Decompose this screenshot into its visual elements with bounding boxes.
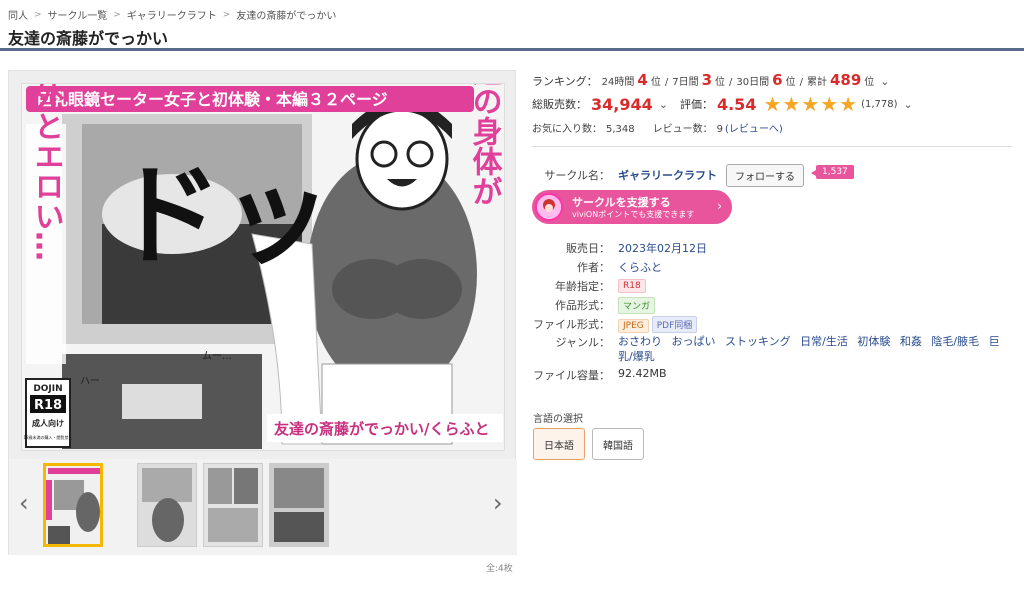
badge-r18: R18 [34,398,62,413]
cover-banner-text: 巨乳眼鏡セーター女子と初体験・本編３２ページ [36,90,388,109]
chevron-right-icon: > [34,9,42,20]
file-pdf-badge[interactable]: PDF同梱 [651,316,698,333]
review-link[interactable]: (レビューへ) [725,120,783,135]
avatar [535,193,563,221]
rank-24h-label: 24時間 [601,77,635,88]
detail-genre: ジャンル： おさわり おっぱい ストッキング 日常/生活 初体験 和姦 陰毛/腋… [532,334,1012,364]
chevron-right-icon: > [113,9,121,20]
rank-total-value: 489 [829,71,862,89]
cover-left-text: 意外とエロい… [29,84,65,261]
thumbnail-3[interactable] [203,463,263,547]
cover-caption: 友達の斎藤がでっかい/くらふと [274,420,489,438]
badge-dojin: DOJIN [33,384,62,394]
chevron-right-icon: > [222,9,231,20]
genre-tag[interactable]: 陰毛/腋毛 [931,335,979,348]
breadcrumb: 同人 > サークル一覧 > ギャラリークラフト > 友達の斎藤がでっかい [8,7,337,23]
genre-list: おさわり おっぱい ストッキング 日常/生活 初体験 和姦 陰毛/腋毛 巨乳/爆… [618,334,1012,364]
cover-right-text: 友達の身体が [467,84,503,206]
language-label: 言語の選択 [533,414,583,425]
genre-tag[interactable]: 和姦 [900,335,922,348]
release-label: 販売日： [566,242,610,255]
cover-art: ドッ 巨乳眼鏡セーター女子と初体験・本編３２ページ 意外とエロい… 友達の身体が… [22,84,504,450]
sales-label: 総販売数： [532,98,587,111]
thumbnail-2[interactable] [137,463,197,547]
circle-row: サークル名： ギャラリークラフト フォローする 1,537 [532,164,1012,187]
follower-count-badge: 1,537 [811,165,854,179]
gallery-count: 全:4枚 [486,564,513,574]
section-divider [532,146,1012,147]
format-badge[interactable]: マンガ [618,297,656,314]
chevron-down-icon[interactable]: ⌄ [904,98,913,111]
file-size-label: ファイル容量： [533,369,610,382]
language-korean-button[interactable]: 韓国語 [592,428,644,460]
author-label: 作者： [577,261,610,274]
genre-tag[interactable]: ストッキング [725,335,791,348]
support-subtitle: viviONポイントでも支援できます [572,210,695,219]
breadcrumb-item-current: 友達の斎藤がでっかい [236,11,337,22]
genre-tag[interactable]: おさわり [618,335,662,348]
rank-unit: 位 [715,77,726,88]
circle-name-link[interactable]: ギャラリークラフト [618,167,717,183]
rank-unit: 位 [650,77,661,88]
format-label: 作品形式： [555,299,610,312]
file-format-label: ファイル形式： [533,318,610,331]
rank-30d-value: 6 [772,71,783,89]
follow-button[interactable]: フォローする [726,164,804,187]
thumbnail-strip: ‹ › [9,459,517,555]
chevron-down-icon[interactable]: ⌄ [659,98,668,111]
sales-value: 34,944 [591,94,653,114]
small-sfx-2: ハー [80,376,100,387]
circle-label: サークル名： [544,169,610,182]
breadcrumb-item-circle[interactable]: ギャラリークラフト [127,7,217,22]
main-cover-image[interactable]: ドッ 巨乳眼鏡セーター女子と初体験・本編３２ページ 意外とエロい… 友達の身体が… [21,83,505,451]
language-japanese-button[interactable]: 日本語 [533,428,585,460]
age-badge[interactable]: R18 [618,279,646,293]
rating-label: 評価： [679,98,713,111]
review-value: 9 [716,124,724,135]
sfx-text: ドッ [112,152,332,280]
rank-24h-value: 4 [637,71,648,89]
file-jpeg-badge[interactable]: JPEG [618,319,649,333]
author-link[interactable]: くらふと [618,259,662,275]
genre-tag[interactable]: 日常/生活 [800,335,848,348]
rank-7d-label: 7日間 [672,77,699,88]
page-title: 友達の斎藤がでっかい [8,29,169,48]
chevron-right-icon[interactable]: › [493,489,503,517]
breadcrumb-item-doujin[interactable]: 同人 [8,7,28,22]
rank-total-label: 累計 [806,77,827,88]
star-rating-icon: ★★★★★ [763,92,859,116]
genre-tag[interactable]: 初体験 [857,335,890,348]
rank-7d-value: 3 [701,71,713,89]
rating-count: (1,778) [861,98,898,110]
rating-value: 4.54 [716,94,757,114]
review-label: レビュー数： [652,124,713,135]
rank-unit: 位 [785,77,796,88]
file-size-value: 92.42MB [618,367,667,380]
support-title: サークルを支援する [572,196,671,209]
chevron-left-icon[interactable]: ‹ [19,489,29,517]
genre-label: ジャンル： [555,336,610,349]
favorites-label: お気に入り数： [532,124,602,135]
genre-tag[interactable]: おっぱい [672,335,716,348]
support-circle-button[interactable]: サークルを支援する viviONポイントでも支援できます › [532,190,732,224]
ranking-row: ランキング： 24時間 4 位 / 7日間 3 位 / 30日間 6 位 / 累… [532,71,890,89]
chevron-down-icon[interactable]: ⌄ [880,75,889,88]
thumbnail-1[interactable] [43,463,103,547]
release-date-link[interactable]: 2023年02月12日 [618,240,707,256]
rank-unit: 位 [864,77,875,88]
favorites-value: 5,348 [606,124,635,135]
rank-30d-label: 30日間 [736,77,770,88]
thumbnail-4[interactable] [269,463,329,547]
badge-notice: 18歳未満の購入・閲覧禁止 [23,434,72,440]
chevron-right-icon: › [717,199,722,213]
title-divider [0,48,1024,51]
small-sfx-1: ムー… [202,350,232,362]
favorites-row: お気に入り数： 5,348 レビュー数： 9 (レビューへ) [532,120,783,135]
breadcrumb-item-circle-list[interactable]: サークル一覧 [48,7,108,22]
age-label: 年齢指定： [555,280,610,293]
ranking-label: ランキング： [532,75,598,88]
image-gallery: ドッ 巨乳眼鏡セーター女子と初体験・本編３２ページ 意外とエロい… 友達の身体が… [8,70,517,555]
sales-row: 総販売数： 34,944 ⌄ 評価： 4.54 ★★★★★ (1,778) ⌄ [532,94,913,114]
badge-adult: 成人向け [32,418,64,428]
